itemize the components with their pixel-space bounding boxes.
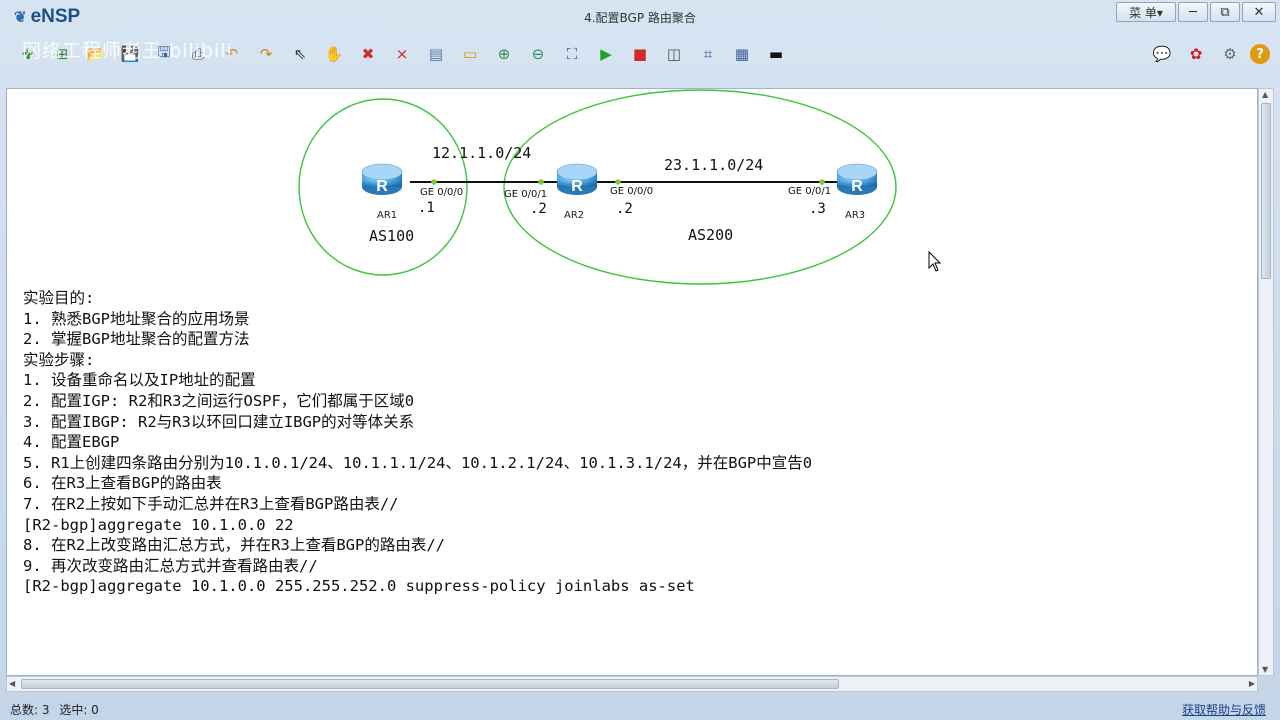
ar2-ip-suffix-right: .2 [616,201,633,217]
chat-icon[interactable]: 💬 [1148,40,1176,68]
note-line: 1. 熟悉BGP地址聚合的应用场景 [23,309,250,328]
redo-icon[interactable]: ↷ [252,40,280,68]
start-device-icon[interactable]: ▶ [592,40,620,68]
cli-icon[interactable]: ▬ [762,40,790,68]
rectangle-icon[interactable]: ▭ [456,40,484,68]
lab-notes[interactable]: 实验目的: 1. 熟悉BGP地址聚合的应用场景 2. 掌握BGP地址聚合的配置方法实… [23,288,812,597]
hand-pan-icon[interactable]: ✋ [320,40,348,68]
select-pointer-icon[interactable]: ⇖ [286,40,314,68]
close-button[interactable]: ✕ [1242,2,1276,22]
restore-button[interactable]: ⧉ [1210,2,1240,22]
vertical-scroll-thumb[interactable] [1261,103,1271,279]
status-counts: 总数: 3 选中: 0 [10,701,99,718]
status-bar: 总数: 3 选中: 0 获取帮助与反馈 [0,697,1280,720]
total-count: 总数: 3 [10,703,50,717]
topology-icon[interactable]: ⌗ [694,40,722,68]
toolbar-left-group: ✚ ⊞ 📂 💾 🖫 ⎙ ↶ ↷ ⇖ ✋ ✖ ⨯ ▤ ▭ ⊕ ⊖ ⛶ ▶ ■ ◫ ⌗ ▦ ▬ [14,40,790,68]
note-line: [R2-bgp]aggregate 10.1.0.0 255.255.252.0… [23,577,695,596]
ar1-interface-label: GE 0/0/0 [420,187,463,198]
undo-icon[interactable]: ↶ [218,40,246,68]
new-topology-icon[interactable]: ✚ [14,40,42,68]
port-ar2-ge001 [538,179,544,185]
vertical-scrollbar[interactable]: ▲ ▼ [1258,88,1274,676]
note-line: 8. 在R2上改变路由汇总方式，并在R3上查看BGP的路由表// [23,536,445,555]
stop-device-icon[interactable]: ■ [626,40,654,68]
router-ar3[interactable]: R [836,163,878,195]
ar2-label: AR2 [564,210,584,221]
ar3-interface-label: GE 0/0/1 [788,186,831,197]
topology-diagram: R R R 12.1.1.0/24 23.1.1.0/24 AS100 AS20… [298,89,897,285]
title-bar: ❦ eNSP 4.配置BGP 路由聚合 菜 单▾ ─ ⧉ ✕ [0,0,1280,32]
new-lab-icon[interactable]: ⊞ [48,40,76,68]
router-ar1-icon-glyph: R [376,178,388,195]
note-line: 2. 配置IGP: R2和R3之间运行OSPF，它们都属于区域0 [23,391,415,410]
ar1-ip-suffix: .1 [418,200,435,216]
huawei-logo-icon[interactable]: ✿ [1182,40,1210,68]
scroll-down-arrow[interactable]: ▼ [1262,665,1268,674]
note-line: 4. 配置EBGP [23,433,120,452]
port-ar2-ge000 [615,179,621,185]
selected-count: 选中: 0 [59,703,99,717]
as-label-left: AS100 [369,227,414,245]
note-line: 7. 在R2上按如下手动汇总并在R3上查看BGP路由表// [23,494,399,513]
router-ar1[interactable]: R [361,163,403,195]
save-as-icon[interactable]: 🖫 [150,40,178,68]
port-ar1-ge000 [431,179,437,185]
topology-canvas[interactable]: R R R 12.1.1.0/24 23.1.1.0/24 AS100 AS20… [6,88,1258,676]
toolbar: ✚ ⊞ 📂 💾 🖫 ⎙ ↶ ↷ ⇖ ✋ ✖ ⨯ ▤ ▭ ⊕ ⊖ ⛶ ▶ ■ ◫ ⌗ ▦ ▬ 💬 ✿ ⚙? [0,36,1280,74]
horizontal-scrollbar[interactable]: ◀ ▶ [6,676,1258,692]
text-note-icon[interactable]: ▤ [422,40,450,68]
menu-button[interactable]: 菜 单▾ [1116,2,1176,22]
note-line: 实验目的: [23,289,95,307]
note-line: 3. 配置IBGP: R2与R3以环回口建立IBGP的对等体关系 [23,412,415,431]
ar3-ip-suffix: .3 [809,201,826,217]
help-icon[interactable]: ? [1250,44,1270,64]
port-ar3-ge001 [819,179,825,185]
settings-gear-icon[interactable]: ⚙ [1216,40,1244,68]
window-title: 4.配置BGP 路由聚合 [584,11,696,25]
window-controls: 菜 单▾ ─ ⧉ ✕ [1116,2,1276,22]
delete-icon[interactable]: ✖ [354,40,382,68]
ar1-label: AR1 [377,210,397,221]
fit-view-icon[interactable]: ⛶ [558,40,586,68]
capture-icon[interactable]: ◫ [660,40,688,68]
print-icon[interactable]: ⎙ [184,40,212,68]
help-feedback-link[interactable]: 获取帮助与反馈 [1182,701,1266,718]
save-icon[interactable]: 💾 [116,40,144,68]
note-line: 9. 再次改变路由汇总方式并查看路由表// [23,556,318,575]
horizontal-scroll-thumb[interactable] [21,679,839,689]
minimize-button[interactable]: ─ [1178,2,1208,22]
mouse-cursor-icon [928,251,942,272]
scroll-right-arrow[interactable]: ▶ [1249,679,1255,688]
ensp-window: ❦ eNSP 4.配置BGP 路由聚合 菜 单▾ ─ ⧉ ✕ ✚ ⊞ 📂 💾 🖫 ⎙ ↶ ↷ ⇖… [0,0,1280,720]
router-ar2[interactable]: R [556,163,598,195]
router-ar3-icon-glyph: R [851,178,863,195]
zoom-in-icon[interactable]: ⊕ [490,40,518,68]
open-icon[interactable]: 📂 [82,40,110,68]
grid-icon[interactable]: ▦ [728,40,756,68]
note-line: [R2-bgp]aggregate 10.1.0.0 22 [23,515,294,534]
subnet-label-2: 23.1.1.0/24 [664,156,763,174]
zoom-out-icon[interactable]: ⊖ [524,40,552,68]
router-ar2-icon-glyph: R [571,178,583,195]
delete-link-icon[interactable]: ⨯ [388,40,416,68]
subnet-label-1: 12.1.1.0/24 [432,144,531,162]
ar2-interface-label-right: GE 0/0/0 [610,186,653,197]
note-line: 1. 设备重命名以及IP地址的配置 [23,371,256,390]
ar2-interface-label-left: GE 0/0/1 [504,189,547,200]
note-line: 2. 掌握BGP地址聚合的配置方法 [23,330,250,349]
toolbar-right-group: 💬 ✿ ⚙? [1148,40,1270,68]
ar3-label: AR3 [845,210,865,221]
note-line: 6. 在R3上查看BGP的路由表 [23,474,222,493]
scroll-up-arrow[interactable]: ▲ [1262,90,1268,99]
note-line: 实验步骤: [23,350,95,369]
note-line: 5. R1上创建四条路由分别为10.1.0.1/24、10.1.1.1/24、1… [23,453,813,472]
scroll-left-arrow[interactable]: ◀ [9,679,15,688]
as-label-right: AS200 [688,226,733,244]
ar2-ip-suffix-left: .2 [530,201,547,217]
